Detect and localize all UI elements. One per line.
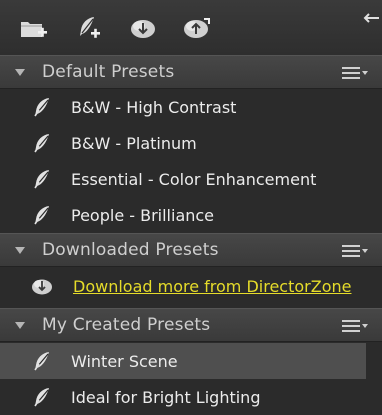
preset-label: People - Brilliance [71,205,215,225]
feather-icon [31,350,53,372]
download-more-link[interactable]: Download more from DirectorZone [73,277,351,296]
preset-item[interactable]: Essential - Color Enhancement [0,161,382,197]
feather-icon [31,168,53,190]
preset-label: Ideal for Bright Lighting [71,387,261,407]
section-title: Downloaded Presets [42,240,219,260]
collapse-arrow-icon[interactable] [363,10,379,24]
preset-item[interactable]: People - Brilliance [0,197,382,233]
preset-item[interactable]: B&W - Platinum [0,125,382,161]
collapse-triangle-icon[interactable] [15,246,25,254]
section-header-default-presets[interactable]: Default Presets [0,55,382,89]
section-header-my-created-presets[interactable]: My Created Presets [0,308,382,342]
preset-item[interactable]: B&W - High Contrast [0,89,382,125]
section-header-downloaded-presets[interactable]: Downloaded Presets [0,233,382,267]
download-cloud-icon [31,275,53,297]
preset-item[interactable]: Ideal for Bright Lighting [0,379,382,415]
preset-label: B&W - High Contrast [71,97,237,117]
preset-label: Essential - Color Enhancement [71,169,317,189]
feather-icon [31,132,53,154]
section-menu-icon[interactable] [342,319,368,333]
preset-item-selected[interactable]: Winter Scene [0,343,366,379]
feather-icon [31,204,53,226]
collapse-triangle-icon[interactable] [15,321,25,329]
preset-label: B&W - Platinum [71,133,197,153]
section-menu-icon[interactable] [342,244,368,258]
new-folder-icon[interactable] [18,13,48,43]
upload-icon[interactable] [182,13,212,43]
preset-label: Winter Scene [71,351,178,371]
download-link-row[interactable]: Download more from DirectorZone [0,268,382,304]
section-title: My Created Presets [42,315,211,335]
feather-icon [31,96,53,118]
new-preset-icon[interactable] [74,13,104,43]
section-title: Default Presets [42,62,175,82]
feather-icon [31,386,53,408]
collapse-triangle-icon[interactable] [15,68,25,76]
download-icon[interactable] [128,13,158,43]
preset-toolbar [0,0,382,56]
section-menu-icon[interactable] [342,66,368,80]
